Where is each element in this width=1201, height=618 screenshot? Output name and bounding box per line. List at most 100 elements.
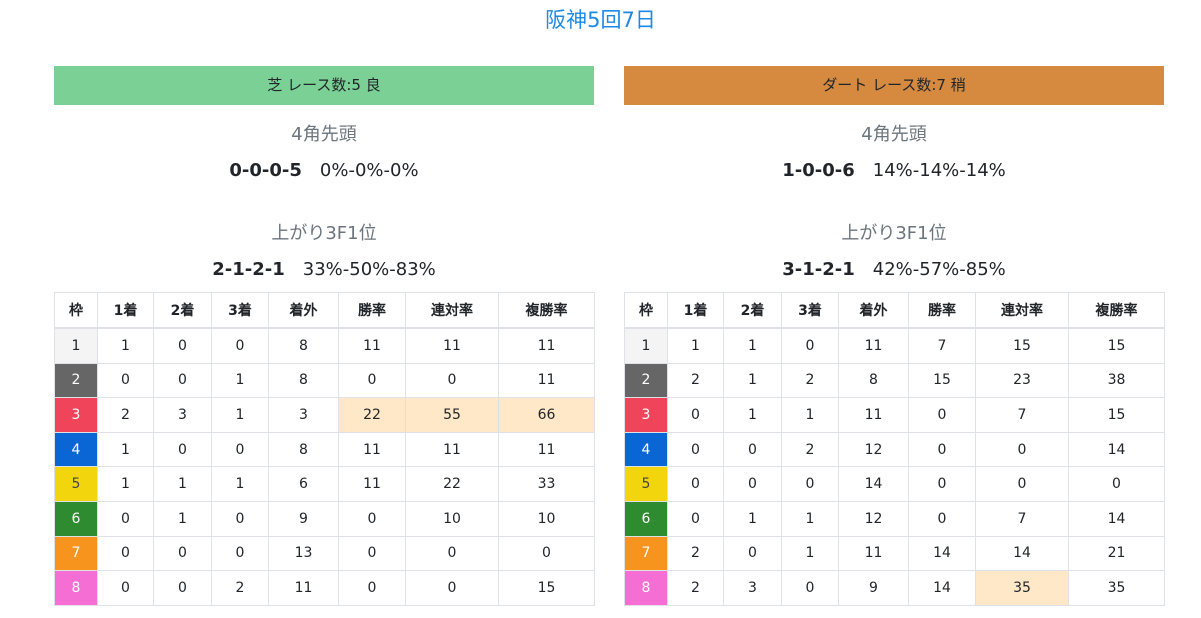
cell-third: 0 (211, 431, 269, 468)
table-row: 7 2 0 1 11 14 14 21 (624, 535, 1165, 572)
cell-win-rate: 0 (908, 500, 976, 537)
cell-win-rate: 0 (338, 570, 406, 606)
table-row: 4 1 0 0 8 11 11 11 (54, 431, 595, 468)
waku-number: 8 (54, 570, 98, 606)
cell-quinella-rate: 0 (405, 535, 499, 572)
waku-number: 6 (624, 500, 668, 537)
cell-out: 11 (838, 327, 909, 364)
dirt-front-pct: 14%-14%-14% (872, 160, 1006, 181)
cell-quinella-rate: 7 (975, 500, 1069, 537)
cell-third: 0 (781, 570, 839, 606)
cell-place-rate: 0 (1068, 466, 1165, 502)
cell-out: 14 (838, 466, 909, 502)
turf-front-label: 4角先頭 (291, 124, 357, 145)
header-waku: 枠 (54, 292, 98, 329)
cell-third: 1 (211, 362, 269, 399)
table-header-row: 枠 1着 2着 3着 着外 勝率 連対率 複勝率 (54, 292, 595, 329)
cell-third: 0 (211, 535, 269, 572)
header-first: 1着 (97, 292, 154, 329)
header-out: 着外 (838, 292, 909, 329)
cell-out: 9 (838, 570, 909, 606)
cell-second: 1 (153, 466, 212, 502)
table-row: 5 1 1 1 6 11 22 33 (54, 466, 595, 502)
cell-third: 2 (211, 570, 269, 606)
dirt-agari-pct: 42%-57%-85% (872, 259, 1006, 280)
cell-out: 3 (268, 397, 339, 433)
cell-first: 0 (667, 431, 724, 468)
cell-second: 1 (723, 500, 782, 537)
cell-out: 13 (268, 535, 339, 572)
cell-quinella-rate: 55 (405, 397, 499, 433)
table-row: 3 0 1 1 11 0 7 15 (624, 397, 1165, 433)
turf-banner: 芝 レース数:5 良 (54, 66, 594, 105)
cell-out: 11 (268, 570, 339, 606)
cell-place-rate: 15 (1068, 327, 1165, 364)
cell-place-rate: 11 (498, 327, 595, 364)
table-row: 4 0 0 2 12 0 0 14 (624, 431, 1165, 468)
waku-number: 2 (54, 362, 98, 399)
cell-out: 11 (838, 535, 909, 572)
table-row: 6 0 1 1 12 0 7 14 (624, 500, 1165, 537)
dirt-front-record: 1-0-0-6 (782, 160, 855, 181)
cell-second: 0 (723, 466, 782, 502)
cell-win-rate: 0 (338, 500, 406, 537)
cell-quinella-rate: 11 (405, 431, 499, 468)
table-row: 8 2 3 0 9 14 35 35 (624, 570, 1165, 606)
cell-quinella-rate: 11 (405, 327, 499, 364)
waku-number: 4 (54, 431, 98, 468)
cell-third: 2 (781, 431, 839, 468)
header-first: 1着 (667, 292, 724, 329)
cell-first: 1 (97, 466, 154, 502)
waku-number: 4 (624, 431, 668, 468)
waku-number: 1 (624, 327, 668, 364)
cell-third: 0 (211, 327, 269, 364)
cell-second: 0 (153, 431, 212, 468)
cell-win-rate: 0 (908, 466, 976, 502)
cell-win-rate: 0 (908, 397, 976, 433)
cell-first: 0 (97, 535, 154, 572)
cell-quinella-rate: 0 (405, 570, 499, 606)
cell-first: 1 (97, 431, 154, 468)
table-row: 2 0 0 1 8 0 0 11 (54, 362, 595, 399)
waku-number: 6 (54, 500, 98, 537)
waku-number: 1 (54, 327, 98, 364)
cell-first: 2 (667, 570, 724, 606)
table-row: 8 0 0 2 11 0 0 15 (54, 570, 595, 606)
cell-quinella-rate: 14 (975, 535, 1069, 572)
turf-agari-record: 2-1-2-1 (212, 259, 285, 280)
waku-number: 3 (54, 397, 98, 433)
cell-second: 3 (723, 570, 782, 606)
cell-place-rate: 11 (498, 431, 595, 468)
cell-out: 9 (268, 500, 339, 537)
cell-first: 2 (97, 397, 154, 433)
cell-place-rate: 14 (1068, 431, 1165, 468)
waku-number: 2 (624, 362, 668, 399)
header-win-rate: 勝率 (338, 292, 406, 329)
waku-number: 5 (624, 466, 668, 502)
table-row: 7 0 0 0 13 0 0 0 (54, 535, 595, 572)
cell-out: 12 (838, 500, 909, 537)
cell-third: 1 (781, 535, 839, 572)
turf-panel: 芝 レース数:5 良 4角先頭 0-0-0-5 0%-0%-0% 上がり3F1位 … (54, 66, 595, 606)
cell-second: 0 (723, 431, 782, 468)
cell-first: 0 (667, 500, 724, 537)
table-row: 1 1 1 0 11 7 15 15 (624, 327, 1165, 364)
cell-second: 1 (153, 500, 212, 537)
cell-third: 1 (211, 397, 269, 433)
dirt-agari-record: 3-1-2-1 (782, 259, 855, 280)
cell-third: 1 (781, 500, 839, 537)
cell-second: 0 (153, 535, 212, 572)
cell-second: 3 (153, 397, 212, 433)
header-second: 2着 (153, 292, 212, 329)
cell-first: 0 (97, 362, 154, 399)
cell-second: 1 (723, 327, 782, 364)
dirt-panel: ダート レース数:7 稍 4角先頭 1-0-0-6 14%-14%-14% 上がり… (624, 66, 1165, 606)
dirt-front-label: 4角先頭 (861, 124, 927, 145)
cell-second: 0 (153, 327, 212, 364)
cell-place-rate: 21 (1068, 535, 1165, 572)
cell-place-rate: 0 (498, 535, 595, 572)
cell-quinella-rate: 0 (975, 466, 1069, 502)
cell-quinella-rate: 0 (405, 362, 499, 399)
cell-quinella-rate: 23 (975, 362, 1069, 399)
cell-win-rate: 14 (908, 570, 976, 606)
